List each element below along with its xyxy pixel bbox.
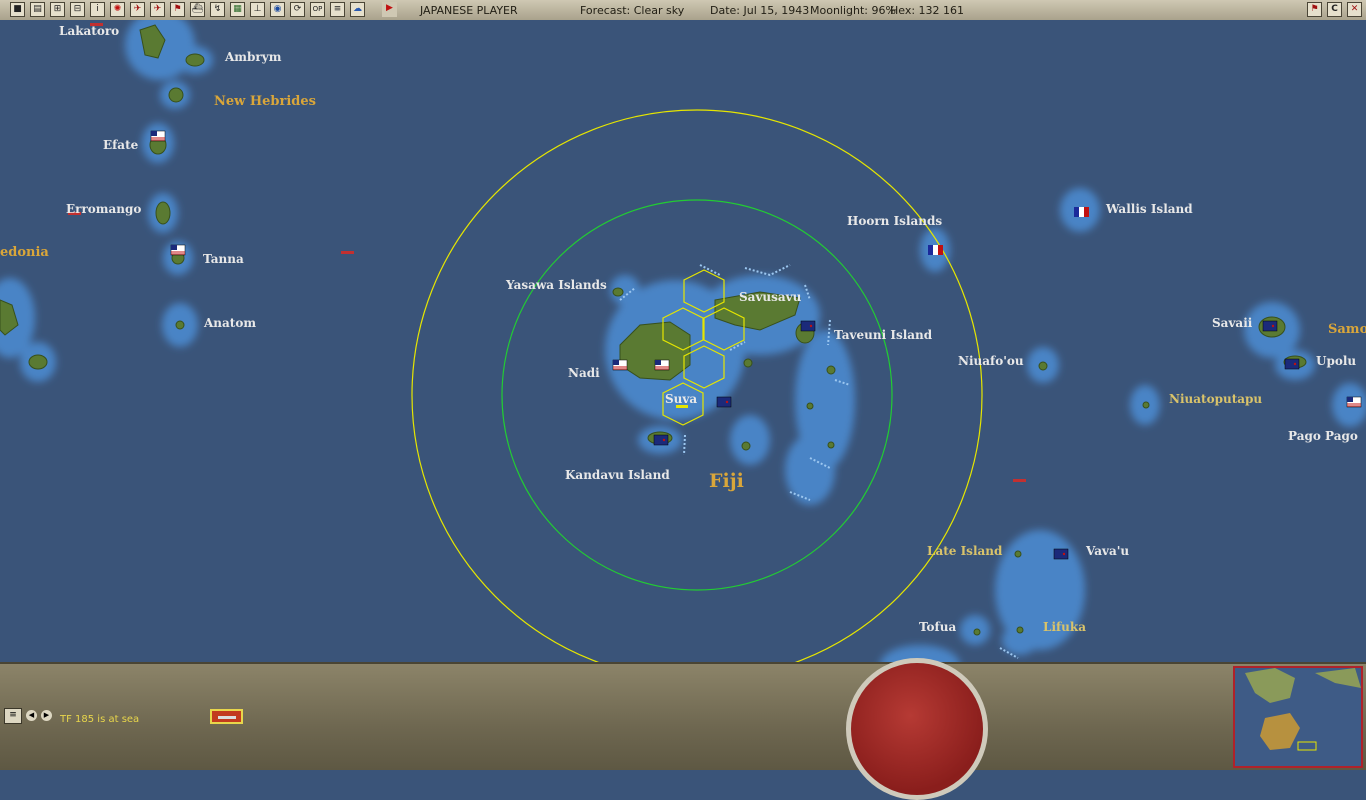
nz-flag-icon [1284,358,1300,370]
ship-icon[interactable]: ⛴ [190,2,205,17]
forecast-label: Forecast: Clear sky [580,4,685,17]
label-taveuni: Taveuni Island [834,328,933,342]
label-savaii: Savaii [1212,316,1253,330]
us-flag-icon [170,244,186,256]
nz-flag-icon [1262,320,1278,332]
label-tofua: Tofua [919,620,956,634]
info-icon[interactable]: i [90,2,105,17]
map-icon[interactable]: ▦ [230,2,245,17]
flag-icon[interactable]: ⚑ [1307,2,1322,17]
status-message: TF 185 is at sea [60,714,140,725]
report-icon[interactable]: ▤ [30,2,45,17]
hex-label: Hex: 132 161 [890,4,965,17]
label-hoorn: Hoorn Islands [847,214,942,228]
french-flag-icon [928,245,943,255]
label-niuafoou: Niuafo'ou [958,354,1024,368]
c-icon[interactable]: C [1327,2,1342,17]
prev-arrow-icon[interactable]: ◀ [26,710,37,721]
french-flag-icon [1074,207,1089,217]
label-late-island: Late Island [927,544,1003,558]
nz-flag-icon [1053,548,1069,560]
strategic-map[interactable]: Lakatoro Ambrym New Hebrides Efate Errom… [0,20,1366,662]
nz-flag-icon [653,434,669,446]
date-label: Date: Jul 15, 1943 [710,4,810,17]
nz-flag-icon [716,396,732,408]
op-icon[interactable]: OP [310,2,325,17]
label-lifuka: Lifuka [1043,620,1086,634]
label-tanna: Tanna [203,252,244,266]
end-turn-icon[interactable]: ■ [10,2,25,17]
refresh-icon[interactable]: ⟳ [290,2,305,17]
label-anatom: Anatom [203,316,256,330]
play-icon[interactable]: ▶ [382,2,397,17]
bottom-panel: ≡ ◀ ▶ TF 185 is at sea [0,658,1366,800]
base-list-icon[interactable]: ⊞ [50,2,65,17]
label-kandavu: Kandavu Island [565,468,670,482]
label-yasawa: Yasawa Islands [505,278,607,292]
label-nadi: Nadi [568,366,600,380]
label-erromango: Erromango [66,202,141,216]
label-caledonia: edonia [0,245,49,260]
label-samoa: Samo [1328,322,1366,337]
label-efate: Efate [103,138,139,152]
label-pago-pago: Pago Pago [1288,429,1358,443]
label-suva: Suva [665,392,697,406]
us-flag-icon [1346,396,1362,408]
label-niuatoputapu: Niuatoputapu [1169,392,1262,406]
close-icon[interactable]: ✕ [1347,2,1362,17]
task-force-icon[interactable] [210,709,243,724]
task-force-icon [341,251,354,254]
nz-flag-icon [800,320,816,332]
moonlight-label: Moonlight: 96% [810,4,896,17]
label-lakatoro: Lakatoro [59,24,119,38]
globe-icon[interactable]: ◉ [270,2,285,17]
japanese-emblem [846,658,988,800]
ship-list-icon[interactable]: ≡ [4,708,22,724]
us-flag-icon [654,359,670,371]
tf-list-icon[interactable]: ⊟ [70,2,85,17]
us-flag-icon [612,359,628,371]
us-flag-icon [150,130,166,142]
label-wallis: Wallis Island [1105,202,1193,216]
list-icon[interactable]: ≡ [330,2,345,17]
label-ambrym: Ambrym [224,50,282,64]
chart-icon[interactable]: ↯ [210,2,225,17]
label-new-hebrides: New Hebrides [214,94,316,109]
player-label: JAPANESE PLAYER [420,4,518,17]
minimap-viewport [1297,741,1317,751]
label-vavau: Vava'u [1085,544,1129,558]
label-fiji: Fiji [709,470,744,492]
top-toolbar: ■ ▤ ⊞ ⊟ i ✺ ✈ ✈ ⚑ ⛴ ↯ ▦ ⊥ ◉ ⟳ OP ≡ ☁ ▶ J… [0,0,1366,21]
flag-icon[interactable]: ⚑ [170,2,185,17]
task-force-icon [1013,479,1026,482]
label-upolu: Upolu [1316,354,1356,368]
label-savusavu: Savusavu [739,290,802,304]
weather-icon[interactable]: ☁ [350,2,365,17]
next-arrow-icon[interactable]: ▶ [41,710,52,721]
aircraft-icon[interactable]: ✈ [150,2,165,17]
air-unit-icon[interactable]: ✈ [130,2,145,17]
minimap[interactable] [1233,666,1363,768]
ground-unit-icon[interactable]: ⊥ [250,2,265,17]
japanese-flag-icon[interactable]: ✺ [110,2,125,17]
